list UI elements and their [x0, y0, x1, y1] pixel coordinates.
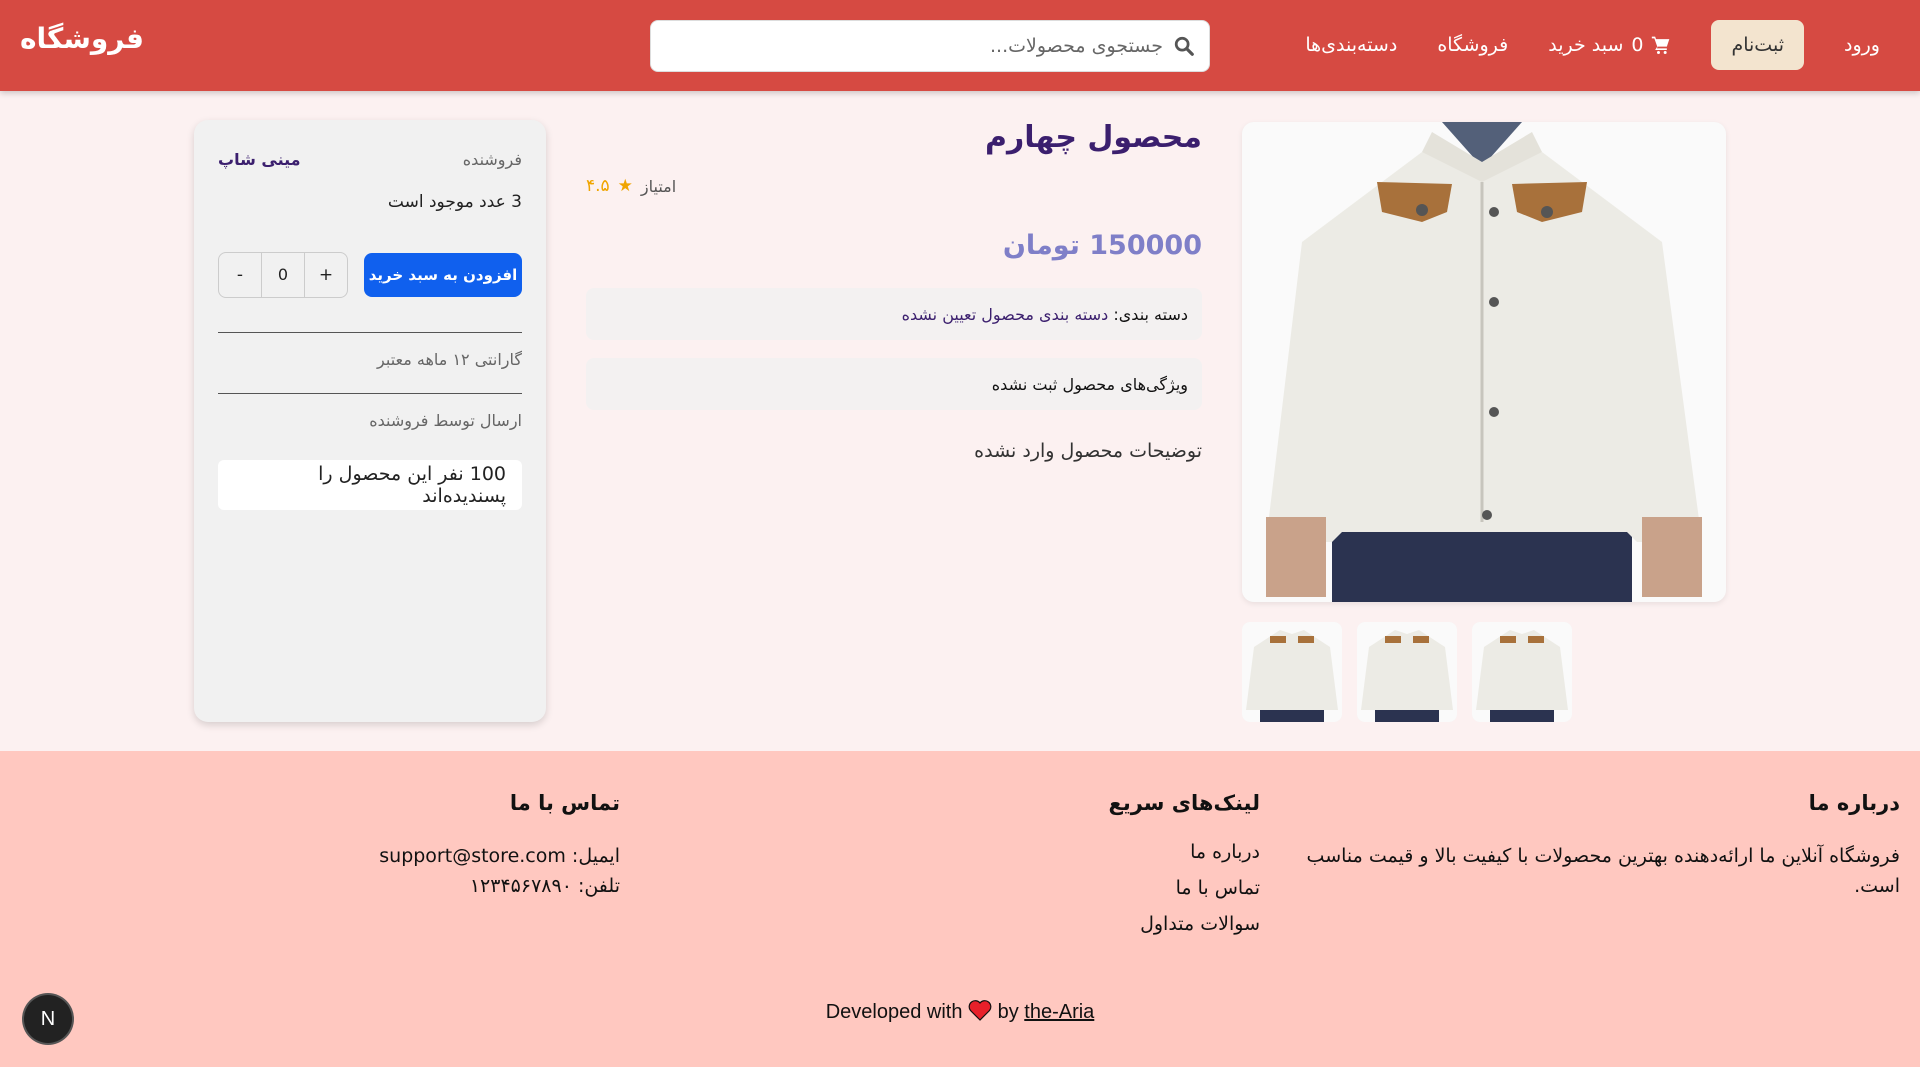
links-title: لینک‌های سریع — [1108, 791, 1260, 815]
product-details: محصول چهارم امتیاز ★ ۴.۵ 150000 تومان دس… — [586, 120, 1202, 480]
rating-row: امتیاز ★ ۴.۵ — [586, 176, 676, 196]
cart-link[interactable]: 0 سبد خرید — [1548, 34, 1671, 56]
credits: Developed with by the-Aria — [0, 999, 1920, 1024]
footer-contact: تماس با ما ایمیل: support@store.com تلفن… — [220, 791, 620, 901]
features-text: ویژگی‌های محصول ثبت نشده — [991, 374, 1188, 394]
category-link[interactable]: دسته بندی محصول تعیین نشده — [902, 305, 1109, 324]
dev-tools-badge[interactable]: N — [24, 995, 72, 1043]
credit-prefix: Developed with — [825, 1001, 963, 1023]
footer-about: درباره ما فروشگاه آنلاین ما ارائه‌دهنده … — [1280, 791, 1900, 901]
stock-text: 3 عدد موجود است — [387, 192, 522, 212]
divider — [218, 393, 522, 394]
contact-phone: تلفن: ۱۲۳۴۵۶۷۸۹۰ — [469, 875, 620, 897]
category-box: دسته بندی: دسته بندی محصول تعیین نشده — [586, 288, 1202, 340]
author-link[interactable]: the-Aria — [1024, 1001, 1094, 1023]
thumbnail-1[interactable] — [1242, 622, 1342, 722]
footer: درباره ما فروشگاه آنلاین ما ارائه‌دهنده … — [0, 751, 1920, 1067]
footer-link-faq[interactable]: سوالات متداول — [860, 913, 1260, 935]
quantity-stepper: - 0 + — [218, 252, 348, 298]
credit-by: by — [997, 1001, 1019, 1023]
contact-title: تماس با ما — [509, 791, 620, 815]
about-title: درباره ما — [1808, 791, 1900, 815]
search-icon[interactable] — [1173, 35, 1195, 57]
product-main-image[interactable] — [1242, 122, 1726, 602]
product-title: محصول چهارم — [985, 120, 1202, 155]
qty-plus-button[interactable]: + — [305, 265, 347, 285]
qty-minus-button[interactable]: - — [219, 265, 261, 285]
shipping-text: ارسال توسط فروشنده — [369, 411, 522, 430]
nav-links: ورود ثبت‌نام 0 سبد خرید فروشگاه دسته‌بندی… — [1305, 20, 1880, 70]
about-text: فروشگاه آنلاین ما ارائه‌دهنده بهترین محص… — [1306, 845, 1900, 897]
thumbnail-2[interactable] — [1357, 622, 1457, 722]
jacket-image — [1242, 122, 1726, 602]
footer-link-about[interactable]: درباره ما — [860, 841, 1260, 863]
signup-button[interactable]: ثبت‌نام — [1711, 20, 1804, 70]
cart-icon — [1652, 36, 1670, 54]
add-to-cart-button[interactable]: افزودن به سبد خرید — [364, 253, 522, 297]
contact-email: ایمیل: support@store.com — [379, 845, 620, 867]
rating-value: ۴.۵ — [586, 176, 610, 196]
rating-label: امتیاز — [640, 176, 677, 196]
footer-link-contact[interactable]: تماس با ما — [860, 877, 1260, 899]
seller-row: فروشنده مینی شاپ — [218, 150, 522, 169]
thumbnail-3[interactable] — [1472, 622, 1572, 722]
purchase-card: فروشنده مینی شاپ 3 عدد موجود است افزودن … — [194, 120, 546, 722]
footer-links: لینک‌های سریع درباره ما تماس با ما سوالا… — [860, 791, 1260, 949]
categories-link[interactable]: دسته‌بندی‌ها — [1305, 34, 1397, 56]
cart-label: سبد خرید — [1548, 34, 1624, 56]
heart-icon — [968, 1000, 992, 1021]
features-box: ویژگی‌های محصول ثبت نشده — [586, 358, 1202, 410]
likes-box: 100 نفر این محصول را پسندیده‌اند — [218, 460, 522, 510]
warranty-text: گارانتی ۱۲ ماهه معتبر — [377, 350, 522, 369]
shop-link[interactable]: فروشگاه — [1437, 34, 1508, 56]
navbar: ورود ثبت‌نام 0 سبد خرید فروشگاه دسته‌بندی… — [0, 0, 1920, 91]
divider — [218, 332, 522, 333]
brand-logo[interactable]: فروشگاه — [20, 22, 144, 55]
category-label: دسته بندی: — [1113, 304, 1188, 324]
cart-count: 0 — [1631, 34, 1644, 56]
search-box — [650, 20, 1210, 72]
qty-value: 0 — [261, 253, 305, 297]
login-link[interactable]: ورود — [1844, 34, 1880, 56]
seller-name[interactable]: مینی شاپ — [218, 150, 301, 169]
product-description: توضیحات محصول وارد نشده — [974, 440, 1202, 462]
search-input[interactable] — [665, 35, 1163, 57]
product-price: 150000 تومان — [1002, 230, 1202, 261]
thumbnail-strip — [1242, 622, 1726, 722]
seller-label: فروشنده — [462, 150, 522, 169]
star-icon: ★ — [617, 176, 633, 196]
